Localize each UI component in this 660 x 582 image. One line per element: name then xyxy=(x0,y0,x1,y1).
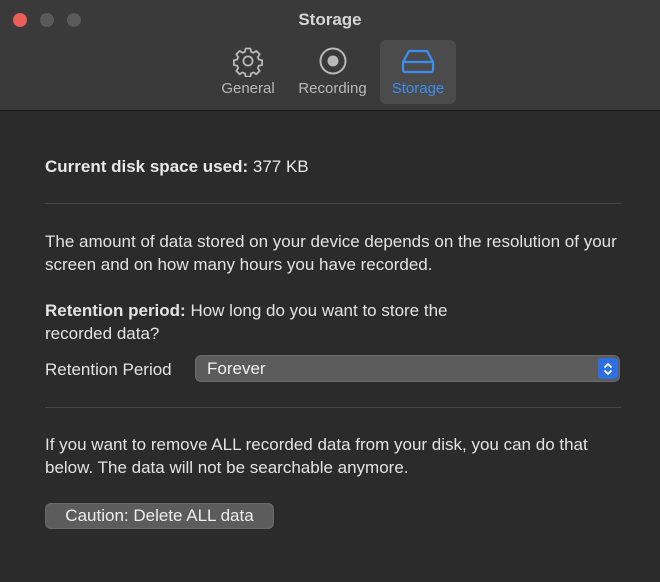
divider xyxy=(45,407,621,408)
retention-row: Retention Period Forever xyxy=(45,355,621,383)
titlebar: Storage General Recording Storage xyxy=(0,0,660,111)
tab-recording[interactable]: Recording xyxy=(285,40,380,104)
disk-usage: Current disk space used: 377 KB xyxy=(45,157,309,177)
preferences-tabs: General Recording Storage xyxy=(211,40,456,104)
disk-usage-label: Current disk space used: xyxy=(45,157,249,176)
chevron-up-down-icon xyxy=(598,358,618,379)
delete-all-data-button[interactable]: Caution: Delete ALL data xyxy=(45,503,274,529)
delete-description: If you want to remove ALL recorded data … xyxy=(45,435,588,477)
storage-description: The amount of data stored on your device… xyxy=(45,232,617,274)
record-icon xyxy=(317,46,349,76)
window-title: Storage xyxy=(298,10,362,29)
preferences-window: Storage General Recording Storage Curren… xyxy=(0,0,660,582)
retention-heading: Retention period: xyxy=(45,301,186,320)
tab-general[interactable]: General xyxy=(211,40,285,104)
tab-general-label: General xyxy=(221,80,275,97)
tab-recording-label: Recording xyxy=(298,80,367,97)
gear-icon xyxy=(232,46,264,77)
tab-storage-label: Storage xyxy=(391,80,445,97)
retention-field-label: Retention Period xyxy=(45,360,172,379)
retention-period-value: Forever xyxy=(207,359,266,378)
drive-icon xyxy=(400,46,436,76)
divider xyxy=(45,203,621,204)
tab-storage[interactable]: Storage xyxy=(380,40,456,104)
retention-description: Retention period: How long do you want t… xyxy=(45,299,515,345)
retention-period-select[interactable]: Forever xyxy=(195,355,620,382)
disk-usage-value: 377 KB xyxy=(252,157,309,176)
